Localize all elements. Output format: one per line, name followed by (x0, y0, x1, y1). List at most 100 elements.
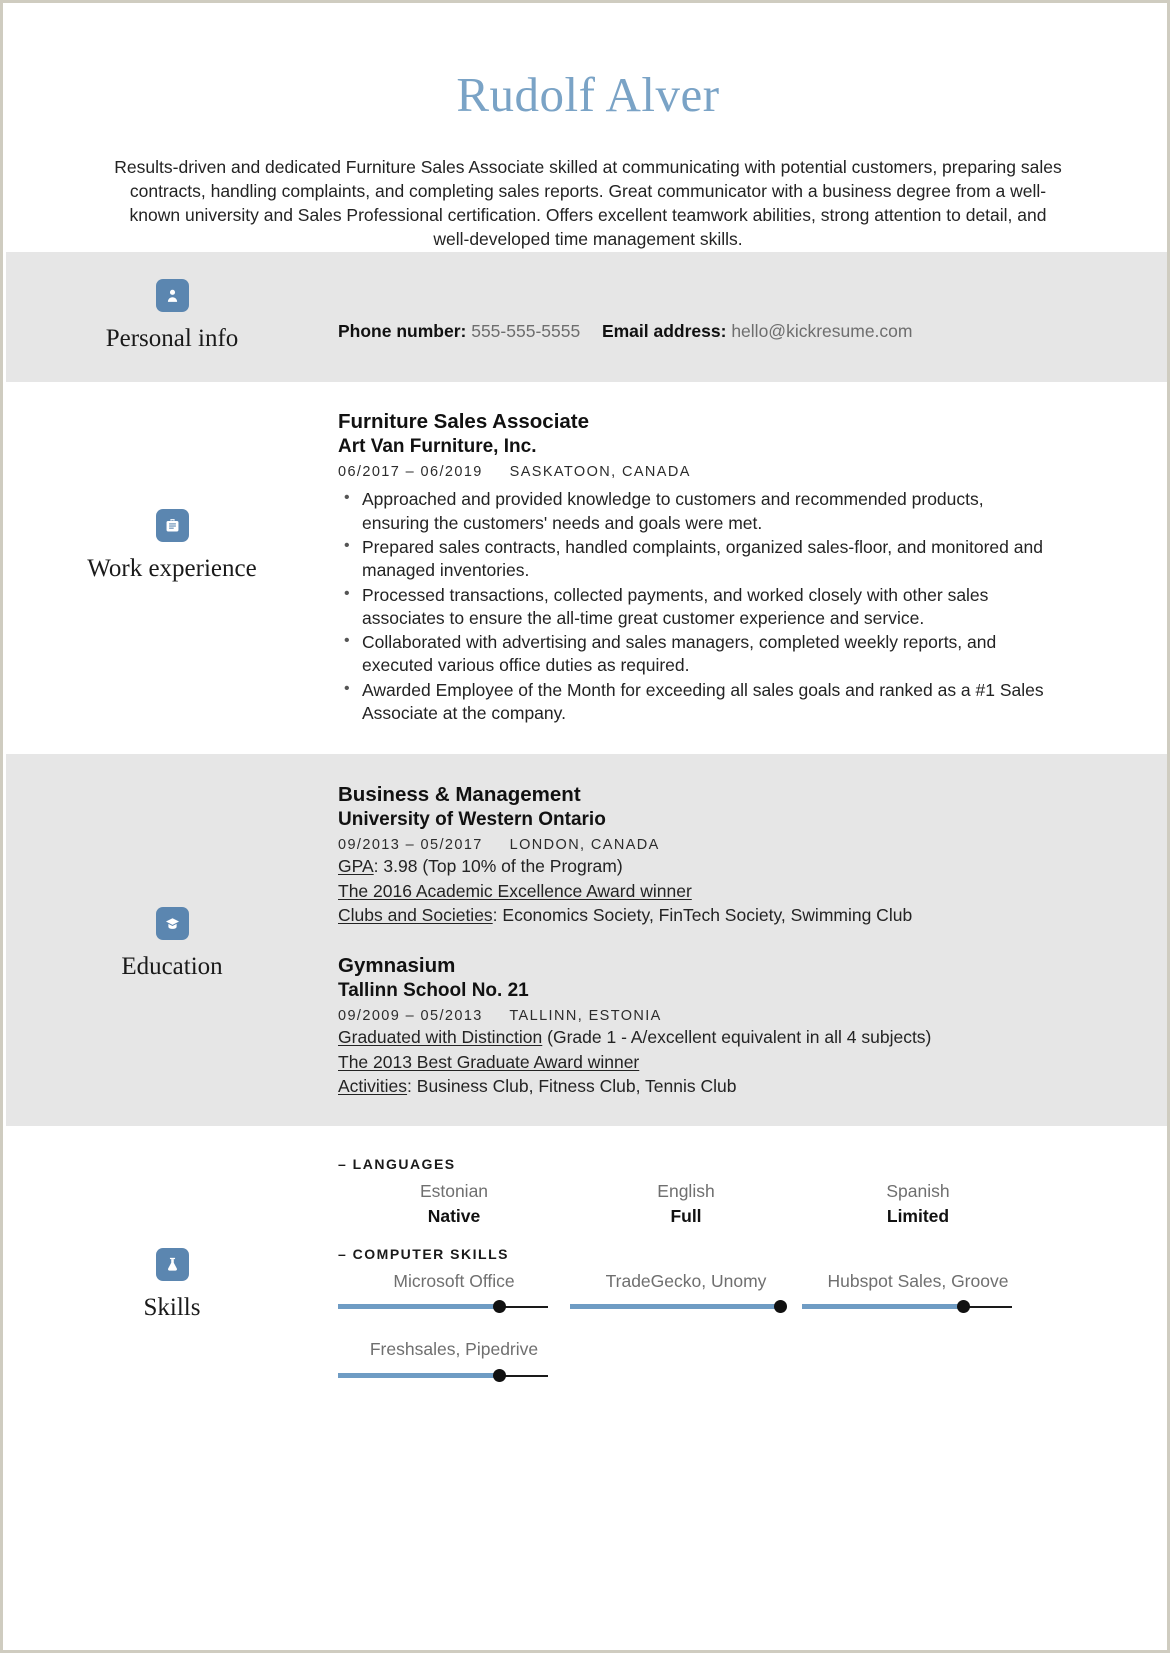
slider-knob[interactable] (773, 1300, 787, 1314)
education-detail: The 2016 Academic Excellence Award winne… (338, 880, 1050, 903)
computer-skill-item: Hubspot Sales, Groove (802, 1270, 1034, 1315)
computer-skill-name: Hubspot Sales, Groove (827, 1270, 1009, 1291)
detail-label: Activities (338, 1075, 408, 1096)
education-dates: 09/2013 – 05/2017 (338, 836, 483, 853)
school-name: University of Western Ontario (338, 808, 606, 830)
skill-level-slider[interactable] (570, 1300, 787, 1314)
computer-skill-item: TradeGecko, Unomy (570, 1270, 802, 1315)
detail-separator: : (492, 904, 503, 925)
language-level: Native (427, 1205, 481, 1226)
education-detail: Graduated with Distinction (Grade 1 - A/… (338, 1026, 1050, 1049)
list-item: Approached and provided knowledge to cus… (338, 487, 1050, 535)
section-title-personal-info: Personal info (105, 324, 239, 352)
computer-skills-grid: Microsoft Office TradeGecko, Unomy Hubsp… (338, 1270, 1050, 1402)
section-title-work-experience: Work experience (87, 555, 257, 583)
email-value: hello@kickresume.com (731, 320, 913, 341)
slider-fill (338, 1304, 500, 1310)
section-label-personal-info: Personal info (6, 278, 338, 353)
education-meta: 09/2009 – 05/2013 TALLINN, ESTONIA (338, 1007, 1050, 1026)
slider-knob[interactable] (493, 1369, 507, 1383)
graduation-cap-icon (155, 907, 189, 941)
slider-knob[interactable] (957, 1300, 971, 1314)
resume-page: Rudolf Alver Results-driven and dedicate… (0, 0, 1170, 1653)
skill-level-slider[interactable] (338, 1300, 548, 1314)
job-meta: 06/2017 – 06/2019 SASKATOON, CANADA (338, 463, 1050, 482)
slider-knob[interactable] (493, 1300, 507, 1314)
language-item: Estonian Native (338, 1180, 570, 1228)
computer-skill-name: Microsoft Office (393, 1270, 515, 1291)
education-meta: 09/2013 – 05/2017 LONDON, CANADA (338, 836, 1050, 855)
list-item: Processed transactions, collected paymen… (338, 583, 1050, 631)
section-label-education: Education (6, 782, 338, 981)
company-name: Art Van Furniture, Inc. (338, 435, 537, 457)
education-detail: Clubs and Societies: Economics Society, … (338, 904, 1050, 927)
education-detail: Activities: Business Club, Fitness Club,… (338, 1075, 1050, 1098)
languages-heading: – LANGUAGES (338, 1156, 456, 1173)
detail-separator: : (373, 856, 384, 877)
slider-fill (338, 1373, 500, 1379)
skills-content: – LANGUAGES Estonian Native English Full… (338, 1156, 1167, 1402)
resume-canvas: Rudolf Alver Results-driven and dedicate… (6, 6, 1167, 1650)
education-detail: The 2013 Best Graduate Award winner (338, 1051, 1050, 1074)
detail-label: The 2016 Academic Excellence Award winne… (338, 880, 692, 901)
detail-separator: : (407, 1075, 417, 1096)
slider-fill (570, 1304, 780, 1310)
job-dates: 06/2017 – 06/2019 (338, 463, 483, 480)
school-name: Tallinn School No. 21 (338, 979, 529, 1001)
detail-text: (Grade 1 - A/excellent equivalent in all… (547, 1027, 932, 1048)
work-experience-content: Furniture Sales Associate Art Van Furnit… (338, 409, 1167, 726)
section-personal-info: Personal info Phone number: 555-555-5555… (6, 251, 1167, 383)
briefcase-icon (155, 509, 189, 543)
detail-text: Business Club, Fitness Club, Tennis Club (416, 1075, 737, 1096)
person-icon (155, 278, 189, 312)
list-item: Awarded Employee of the Month for exceed… (338, 678, 1050, 726)
section-title-skills: Skills (143, 1294, 201, 1322)
detail-label: Graduated with Distinction (338, 1027, 543, 1048)
section-skills: Skills – LANGUAGES Estonian Native Engli… (6, 1126, 1167, 1442)
language-name: Spanish (886, 1181, 950, 1202)
language-name: English (657, 1181, 715, 1202)
education-entry: Business & Management University of West… (338, 782, 1050, 927)
list-item: Prepared sales contracts, handled compla… (338, 535, 1050, 583)
skill-level-slider[interactable] (802, 1300, 1012, 1314)
phone-value: 555-555-5555 (471, 320, 581, 341)
contact-line: Phone number: 555-555-5555 Email address… (338, 279, 1050, 343)
language-level: Limited (886, 1205, 950, 1226)
profile-summary: Results-driven and dedicated Furniture S… (114, 156, 1062, 249)
languages-grid: Estonian Native English Full Spanish Lim… (338, 1180, 1050, 1246)
language-level: Full (670, 1205, 702, 1226)
computer-skills-heading: – COMPUTER SKILLS (338, 1245, 509, 1262)
list-item: Collaborated with advertising and sales … (338, 630, 1050, 678)
language-name: Estonian (419, 1181, 489, 1202)
slider-fill (802, 1304, 964, 1310)
education-location: TALLINN, ESTONIA (509, 1007, 662, 1024)
page-title: Rudolf Alver (456, 67, 720, 122)
computer-skill-item: Microsoft Office (338, 1270, 570, 1315)
personal-info-content: Phone number: 555-555-5555 Email address… (338, 279, 1167, 343)
detail-text: 3.98 (Top 10% of the Program) (383, 856, 623, 877)
computer-skill-item: Freshsales, Pipedrive (338, 1338, 570, 1383)
section-label-work-experience: Work experience (6, 409, 338, 583)
education-entry: Gymnasium Tallinn School No. 21 09/2009 … (338, 953, 1050, 1098)
degree-title: Gymnasium (338, 954, 456, 978)
education-dates: 09/2009 – 05/2013 (338, 1007, 483, 1024)
computer-skill-name: TradeGecko, Unomy (605, 1270, 767, 1291)
phone-label: Phone number: (338, 320, 467, 341)
detail-label: Clubs and Societies (338, 904, 493, 925)
detail-label: The 2013 Best Graduate Award winner (338, 1051, 640, 1072)
job-bullets: Approached and provided knowledge to cus… (338, 487, 1050, 726)
education-content: Business & Management University of West… (338, 782, 1167, 1098)
email-label: Email address: (601, 320, 727, 341)
skill-level-slider[interactable] (338, 1369, 548, 1383)
job-location: SASKATOON, CANADA (509, 463, 691, 480)
detail-text: Economics Society, FinTech Society, Swim… (502, 904, 913, 925)
flask-icon (155, 1248, 189, 1282)
section-education: Education Business & Management Universi… (6, 754, 1167, 1127)
section-label-skills: Skills (6, 1156, 338, 1322)
job-title: Furniture Sales Associate (338, 410, 590, 434)
education-detail: GPA: 3.98 (Top 10% of the Program) (338, 855, 1050, 878)
work-entry: Furniture Sales Associate Art Van Furnit… (338, 409, 1050, 725)
language-item: English Full (570, 1180, 802, 1228)
detail-label: GPA (338, 856, 374, 877)
education-location: LONDON, CANADA (509, 836, 660, 853)
